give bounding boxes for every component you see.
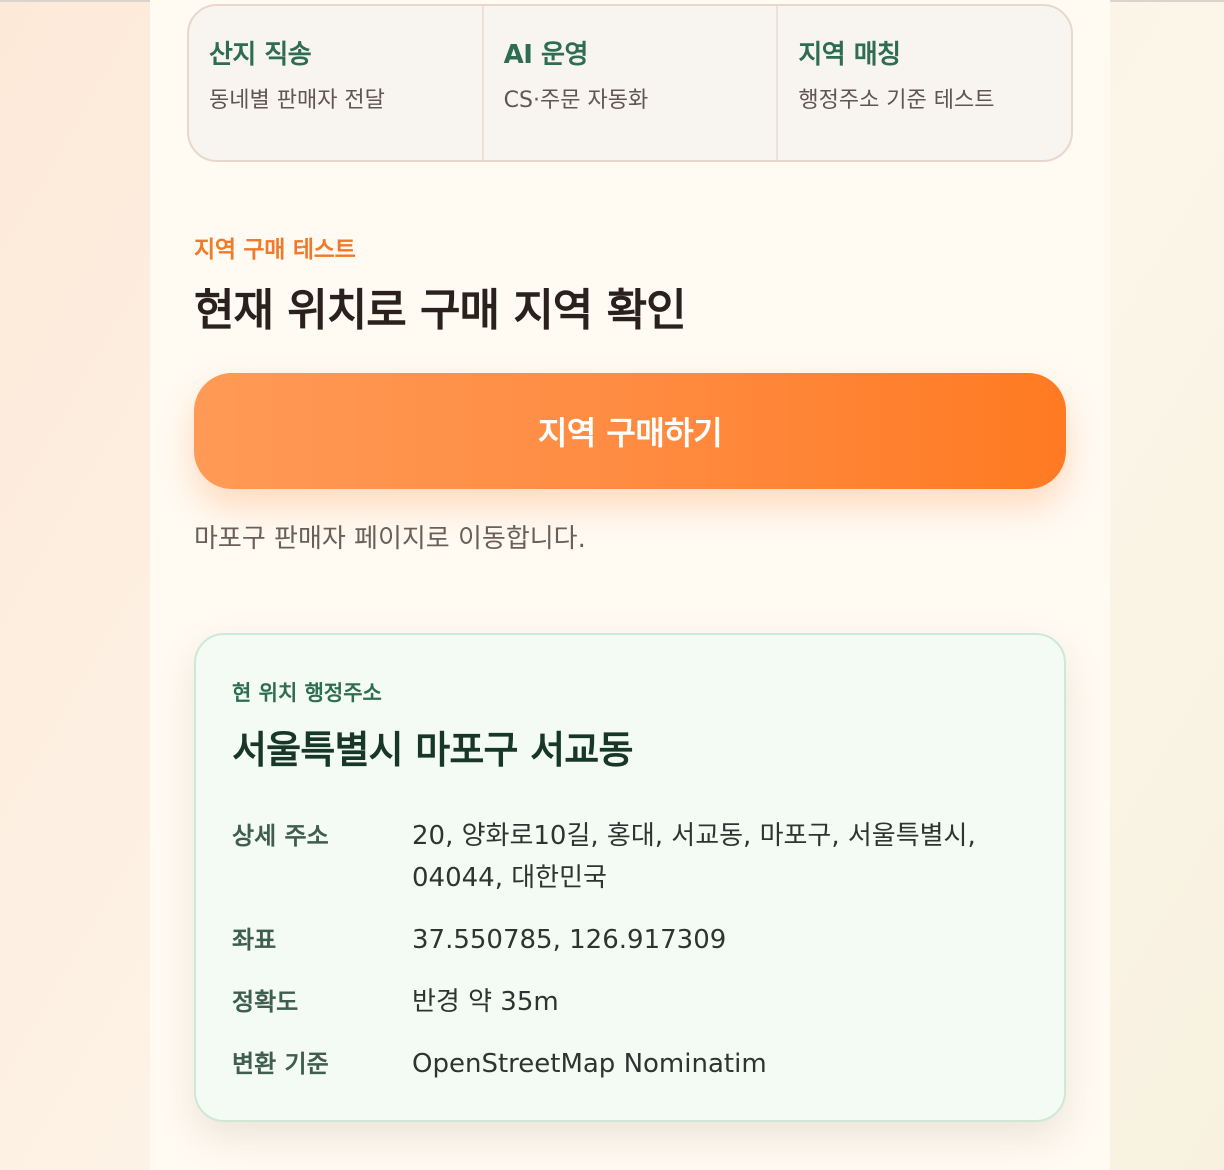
feature-desc: 동네별 판매자 전달: [209, 88, 385, 113]
detail-label: 정확도: [232, 988, 299, 1016]
detail-value: 37.550785, 126.917309: [412, 925, 727, 955]
detail-label: 상세 주소: [232, 822, 329, 850]
detail-value: 반경 약 35m: [412, 987, 559, 1017]
feature-card-region: 지역 매칭 행정주소 기준 테스트: [778, 6, 1071, 160]
detail-row-source: 변환 기준 OpenStreetMap Nominatim: [232, 1043, 1032, 1085]
feature-card-direct: 산지 직송 동네별 판매자 전달: [189, 6, 484, 160]
location-card: 현 위치 행정주소 서울특별시 마포구 서교동 상세 주소 20, 양화로10길…: [194, 633, 1066, 1122]
detail-label: 변환 기준: [232, 1050, 329, 1078]
feature-desc: CS·주문 자동화: [503, 88, 649, 113]
detail-value: 20, 양화로10길, 홍대, 서교동, 마포구, 서울특별시, 04044, …: [412, 821, 976, 893]
main-column: 산지 직송 동네별 판매자 전달 AI 운영 CS·주문 자동화 지역 매칭 행…: [150, 0, 1110, 1170]
location-title: 서울특별시 마포구 서교동: [232, 728, 633, 772]
region-purchase-button[interactable]: 지역 구매하기: [194, 373, 1066, 489]
detail-row-accuracy: 정확도 반경 약 35m: [232, 981, 1032, 1023]
feature-title: 지역 매칭: [798, 40, 901, 70]
detail-row-coordinates: 좌표 37.550785, 126.917309: [232, 919, 1032, 961]
section-eyebrow: 지역 구매 테스트: [194, 237, 356, 263]
detail-label: 좌표: [232, 926, 277, 954]
feature-desc: 행정주소 기준 테스트: [798, 88, 995, 113]
detail-value: OpenStreetMap Nominatim: [412, 1049, 767, 1079]
section-title: 현재 위치로 구매 지역 확인: [194, 285, 687, 336]
feature-strip: 산지 직송 동네별 판매자 전달 AI 운영 CS·주문 자동화 지역 매칭 행…: [187, 4, 1073, 162]
location-details: 상세 주소 20, 양화로10길, 홍대, 서교동, 마포구, 서울특별시, 0…: [232, 815, 1032, 1085]
feature-title: AI 운영: [503, 40, 589, 70]
feature-card-ai: AI 운영 CS·주문 자동화: [484, 6, 779, 160]
feature-title: 산지 직송: [209, 40, 312, 70]
location-eyebrow: 현 위치 행정주소: [232, 681, 382, 705]
redirect-hint: 마포구 판매자 페이지로 이동합니다.: [194, 524, 586, 554]
detail-row-address: 상세 주소 20, 양화로10길, 홍대, 서교동, 마포구, 서울특별시, 0…: [232, 815, 1032, 899]
